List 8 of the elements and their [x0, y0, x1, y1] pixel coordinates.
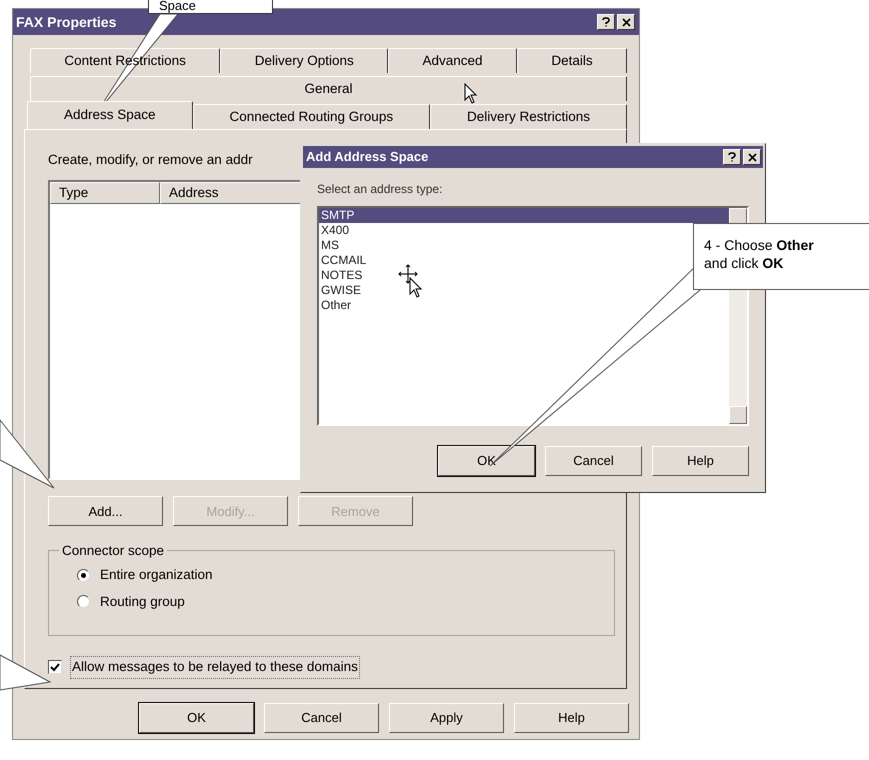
field-label: Select an address type: [317, 181, 444, 198]
checkbox-label: Allow messages to be relayed to these domains [70, 656, 360, 678]
radio-label: Routing group [100, 592, 185, 611]
radio-label: Entire organization [100, 566, 213, 584]
description-text: Create, modify, or remove an addr [48, 151, 253, 169]
window-title: FAX Properties [16, 12, 116, 32]
dialog-title: Add Address Space [306, 148, 428, 166]
callout-text: Space [159, 0, 196, 13]
